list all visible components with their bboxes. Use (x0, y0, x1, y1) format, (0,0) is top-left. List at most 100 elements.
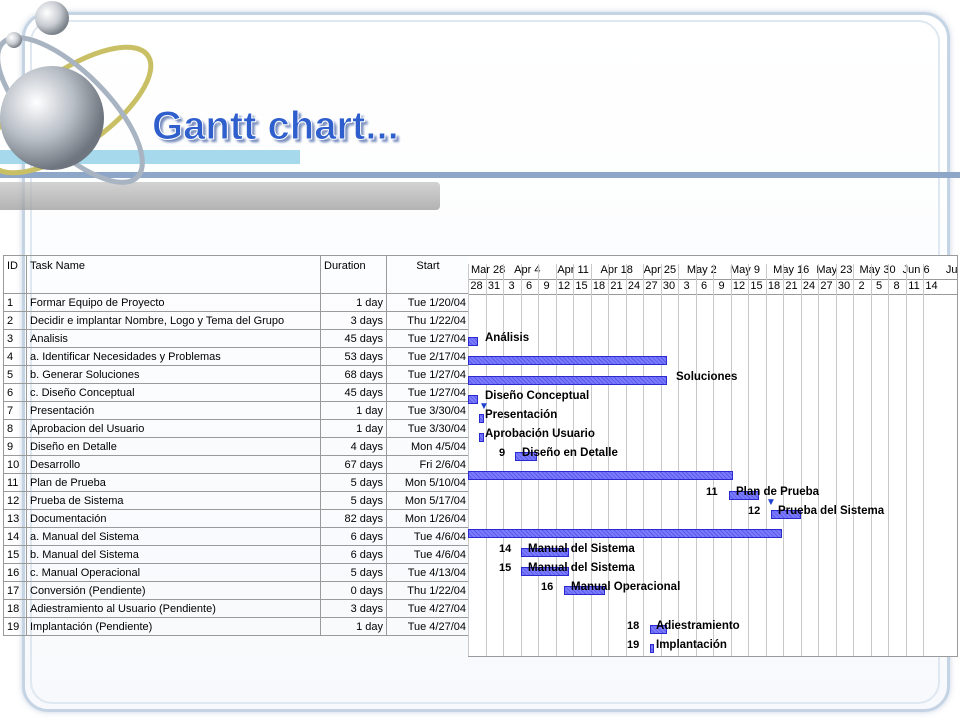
cell-duration: 1 day (320, 401, 387, 420)
grid-line (713, 264, 714, 656)
day-label: 9 (543, 280, 550, 292)
week-label: May 30 (859, 264, 896, 276)
cell-task: a. Manual del Sistema (26, 527, 321, 546)
gantt-bar-label: Presentación (485, 408, 558, 421)
gantt-bar-label: Aprobación Usuario (485, 428, 595, 441)
gantt-bar-task-5[interactable] (468, 375, 667, 385)
week-label: May 23 (816, 264, 853, 276)
grid-line (730, 264, 732, 656)
week-label: May 16 (773, 264, 810, 276)
week-label: Apr 4 (514, 264, 541, 276)
table-row[interactable]: 6 c. Diseño Conceptual 45 days Tue 1/27/04 (3, 383, 470, 402)
cell-task: b. Generar Soluciones (26, 365, 321, 384)
day-label: 24 (802, 280, 816, 292)
gantt-bar-task-6[interactable] (468, 394, 478, 404)
grid-line (783, 264, 784, 656)
day-label: 30 (662, 280, 676, 292)
cell-duration: 1 day (320, 293, 387, 312)
cell-start: Tue 1/27/04 (386, 365, 470, 384)
gantt-bar-label: Implantación (656, 638, 727, 651)
gantt-bar-task-13[interactable] (468, 528, 782, 538)
table-row[interactable]: 2 Decidir e implantar Nombre, Logo y Tema… (3, 311, 470, 330)
cell-id: 7 (3, 401, 27, 420)
cell-start: Tue 4/27/04 (386, 617, 470, 636)
dependency-arrow-icon: ▼ (479, 400, 489, 412)
cell-start: Tue 4/27/04 (386, 599, 470, 618)
task-table: ID Task Name Duration Start 1 Formar Equi… (3, 255, 470, 636)
grid-line (643, 264, 644, 656)
day-label: 11 (908, 280, 920, 292)
cell-id: 11 (3, 473, 27, 492)
gantt-bar-number: 19 (627, 638, 640, 651)
day-label: 8 (893, 280, 900, 292)
grid-line (835, 264, 837, 656)
gantt-bar-task-3[interactable] (468, 337, 478, 347)
gantt-bar-label: Manual del Sistema (528, 562, 635, 575)
day-label: 6 (700, 280, 708, 292)
week-label: May 2 (686, 264, 717, 276)
gantt-bar-task-10[interactable] (468, 471, 733, 481)
cell-duration: 0 days (320, 581, 387, 600)
grid-line (503, 264, 504, 656)
cell-duration: 67 days (320, 455, 387, 474)
table-row[interactable]: 7 Presentación 1 day Tue 3/30/04 (3, 401, 470, 420)
cell-start: Tue 1/27/04 (386, 383, 470, 402)
grid-line (905, 264, 907, 656)
cell-duration: 6 days (320, 527, 387, 546)
cell-id: 1 (3, 293, 27, 312)
table-row[interactable]: 4 a. Identificar Necesidades y Problemas 5… (3, 347, 470, 366)
gantt-bar-task-19[interactable] (650, 643, 654, 653)
gantt-bar-label: Prueba del Sistema (778, 504, 885, 517)
cell-start: Mon 1/26/04 (386, 509, 470, 528)
table-row[interactable]: 15 b. Manual del Sistema 6 days Tue 4/6/04 (3, 545, 470, 564)
dependency-arrow-icon: ▼ (766, 496, 776, 508)
day-label: 21 (785, 280, 798, 292)
table-row[interactable]: 10 Desarrollo 67 days Fri 2/6/04 (3, 455, 470, 474)
grid-line (468, 264, 469, 656)
gantt-bar-label: Manual Operacional (571, 581, 681, 594)
table-row[interactable]: 13 Documentación 82 days Mon 1/26/04 (3, 509, 470, 528)
cell-duration: 45 days (320, 383, 387, 402)
cell-task: Conversión (Pendiente) (26, 581, 321, 600)
day-label: 28 (470, 280, 483, 292)
table-row[interactable]: 1 Formar Equipo de Proyecto 1 day Tue 1/20/… (3, 293, 470, 312)
grid-line (660, 264, 662, 656)
gantt-bar-task-4[interactable] (468, 356, 667, 366)
gantt-bar-task-7[interactable] (479, 413, 484, 423)
cell-duration: 6 days (320, 545, 387, 564)
cell-task: Prueba de Sistema (26, 491, 321, 510)
table-row[interactable]: 11 Plan de Prueba 5 days Mon 5/10/04 (3, 473, 470, 492)
table-row[interactable]: 19 Implantación (Pendiente) 1 day Tue 4/27/… (3, 617, 470, 636)
cell-start: Tue 3/30/04 (386, 401, 470, 420)
table-row[interactable]: 14 a. Manual del Sistema 6 days Tue 4/6/04 (3, 527, 470, 546)
cell-duration: 3 days (320, 599, 387, 618)
gantt-bar-number: 9 (499, 447, 506, 460)
cell-id: 5 (3, 365, 27, 384)
gantt-bar-label: Adiestramiento (656, 619, 740, 632)
cell-id: 10 (3, 455, 27, 474)
table-row[interactable]: 3 Analisis 45 days Tue 1/27/04 (3, 329, 470, 348)
cell-task: Implantación (Pendiente) (26, 617, 321, 636)
cell-task: Aprobacion del Usuario (26, 419, 321, 438)
cell-task: Decidir e implantar Nombre, Logo y Tema … (26, 311, 321, 330)
gantt-bar-label: Soluciones (676, 370, 738, 383)
table-row[interactable]: 9 Diseño en Detalle 4 days Mon 4/5/04 (3, 437, 470, 456)
cell-id: 3 (3, 329, 27, 348)
table-row[interactable]: 5 b. Generar Soluciones 68 days Tue 1/27/04 (3, 365, 470, 384)
cell-id: 19 (3, 617, 27, 636)
cell-id: 16 (3, 563, 27, 582)
cell-duration: 3 days (320, 311, 387, 330)
day-label: 12 (557, 280, 571, 292)
table-row[interactable]: 8 Aprobacion del Usuario 1 day Tue 3/30/04 (3, 419, 470, 438)
grid-line (573, 264, 574, 656)
table-row[interactable]: 18 Adiestramiento al Usuario (Pendiente) 3… (3, 599, 470, 618)
cell-start: Tue 3/30/04 (386, 419, 470, 438)
cell-start: Thu 1/22/04 (386, 581, 470, 600)
week-label: Apr 18 (600, 264, 633, 276)
cell-start: Mon 5/17/04 (386, 491, 470, 510)
day-label: 3 (508, 280, 515, 292)
gantt-bar-task-8[interactable] (479, 433, 484, 443)
table-row[interactable]: 12 Prueba de Sistema 5 days Mon 5/17/04 (3, 491, 470, 510)
table-row[interactable]: 16 c. Manual Operacional 5 days Tue 4/13/04 (3, 563, 470, 582)
table-row[interactable]: 17 Conversión (Pendiente) 0 days Thu 1/22/0… (3, 581, 470, 600)
